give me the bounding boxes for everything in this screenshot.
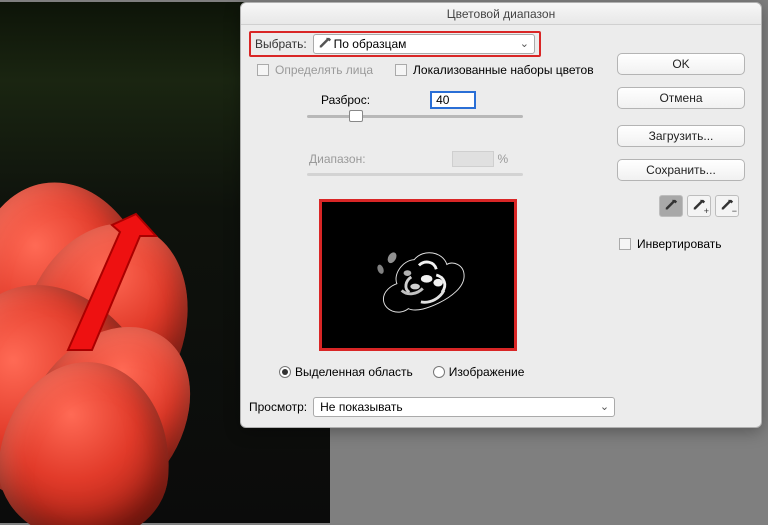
invert-label: Инвертировать [637,237,722,251]
ok-button[interactable]: OK [617,53,745,75]
view-row: Просмотр: Не показывать ⌄ [249,397,615,417]
detect-faces-checkbox [257,64,269,76]
localized-clusters-checkbox[interactable] [395,64,407,76]
radio-icon-selected [279,366,291,378]
view-value: Не показывать [320,400,402,414]
range-row: Диапазон: % [309,151,508,167]
save-button[interactable]: Сохранить... [617,159,745,181]
view-dropdown[interactable]: Не показывать ⌄ [313,397,615,417]
detect-faces-label: Определять лица [275,63,373,77]
range-label: Диапазон: [309,152,366,166]
options-row: Определять лица Локализованные наборы цв… [257,63,594,77]
localized-clusters-label: Локализованные наборы цветов [413,63,594,77]
chevron-down-icon: ⌄ [600,400,609,413]
fuzziness-input[interactable]: 40 [430,91,476,109]
fuzziness-label: Разброс: [321,93,370,107]
radio-icon [433,366,445,378]
fuzziness-slider[interactable] [307,115,523,118]
select-label: Выбрать: [255,37,307,51]
range-slider [307,173,523,176]
select-dropdown[interactable]: По образцам ⌄ [313,34,535,54]
preview-mask [322,202,514,348]
selection-preview[interactable] [319,199,517,351]
eyedropper-add-tool[interactable]: + [687,195,711,217]
eyedropper-tools: + − [659,195,739,217]
eyedropper-icon [318,37,332,51]
slider-thumb[interactable] [349,110,363,122]
rose-graphic [0,142,170,522]
eyedropper-icon [664,199,678,213]
invert-row: Инвертировать [619,237,722,251]
load-button[interactable]: Загрузить... [617,125,745,147]
app-window: Цветовой диапазон Выбрать: По образцам ⌄… [0,0,768,525]
cancel-button[interactable]: Отмена [617,87,745,109]
fuzziness-row: Разброс: 40 [321,91,476,109]
chevron-down-icon: ⌄ [520,37,529,50]
view-label: Просмотр: [249,400,307,414]
radio-selection[interactable]: Выделенная область [279,365,413,379]
eyedropper-subtract-tool[interactable]: − [715,195,739,217]
range-unit: % [498,152,509,166]
color-range-dialog: Цветовой диапазон Выбрать: По образцам ⌄… [240,2,762,428]
dialog-title: Цветовой диапазон [241,3,761,25]
radio-image[interactable]: Изображение [433,365,525,379]
eyedropper-tool[interactable] [659,195,683,217]
select-row-highlight: Выбрать: По образцам ⌄ [249,31,541,57]
preview-mode-row: Выделенная область Изображение [279,365,524,379]
invert-checkbox[interactable] [619,238,631,250]
select-value: По образцам [334,37,407,51]
range-input [452,151,494,167]
